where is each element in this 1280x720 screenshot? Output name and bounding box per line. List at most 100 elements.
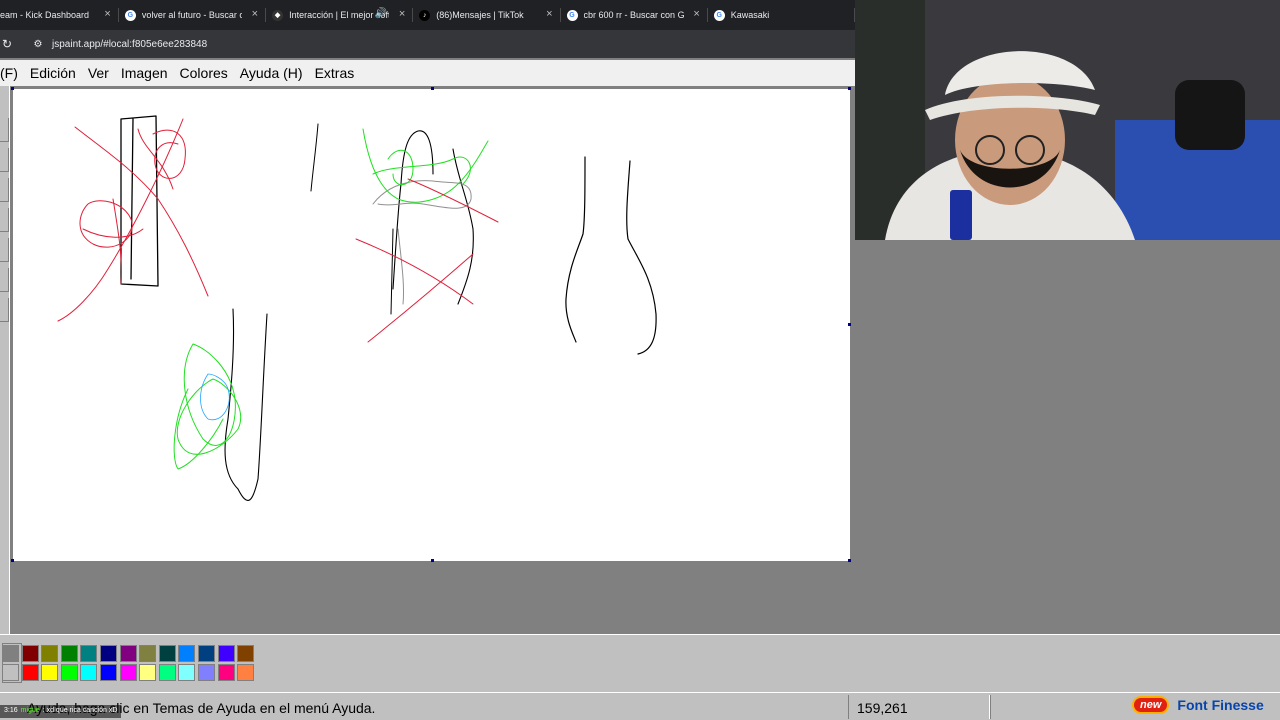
browser-tab[interactable]: eam - Kick Dashboard × [0, 0, 119, 30]
tool-button[interactable] [0, 148, 9, 172]
menu-item[interactable]: Imagen [121, 65, 168, 81]
color-swatch[interactable] [158, 664, 176, 681]
stroke [200, 373, 230, 421]
tab-title: (86)Mensajes | TikTok [436, 10, 524, 20]
browser-tab[interactable]: Gcbr 600 rr - Buscar con Google × [561, 0, 708, 30]
close-tab-icon[interactable]: × [104, 8, 110, 20]
color-swatch[interactable] [80, 645, 98, 662]
resize-handle[interactable] [431, 87, 434, 90]
speaker-icon[interactable]: 🔊 [375, 8, 387, 19]
browser-tab-strip: eam - Kick Dashboard × Gvolver al futuro -… [0, 0, 855, 30]
stroke [79, 200, 133, 248]
color-swatch[interactable] [2, 664, 19, 681]
stroke [82, 198, 144, 285]
browser-tab[interactable]: ◆ Interacción | El mejor softw 🔊 × [266, 0, 414, 30]
google-icon: G [713, 9, 725, 21]
color-swatch[interactable] [21, 645, 39, 662]
menu-item[interactable]: Edición [30, 65, 76, 81]
color-swatch[interactable] [237, 645, 255, 662]
site-info-icon[interactable]: ⚙ [30, 36, 46, 52]
color-swatch[interactable] [217, 664, 235, 681]
google-icon: G [124, 9, 136, 21]
stroke [310, 123, 319, 192]
color-swatch[interactable] [178, 664, 196, 681]
color-swatch[interactable] [2, 645, 19, 662]
drawing-canvas[interactable] [13, 89, 850, 561]
color-swatch[interactable] [198, 645, 215, 662]
color-palette [0, 634, 1280, 692]
stroke [407, 178, 499, 223]
resize-handle[interactable] [11, 559, 14, 562]
close-tab-icon[interactable]: × [546, 8, 552, 20]
color-swatch[interactable] [80, 664, 98, 681]
app-menubar: (F) Edición Ver Imagen Colores Ayuda (H) Extra… [0, 60, 855, 86]
tool-button[interactable] [0, 178, 9, 202]
color-swatch[interactable] [100, 664, 117, 681]
google-icon: G [566, 9, 578, 21]
tool-button[interactable] [0, 268, 9, 292]
stroke [152, 129, 186, 179]
tool-button[interactable] [0, 238, 9, 262]
tool-button[interactable] [0, 118, 9, 142]
address-bar: ↻ ⚙ jspaint.app/#local:f805e6ee283848 [0, 30, 855, 58]
tab-title: Kawasaki [730, 10, 770, 20]
menu-item[interactable]: Colores [180, 65, 228, 81]
chat-overlay: 3:16 migue : xd que rica canción xD [0, 705, 122, 718]
tab-title: cbr 600 rr - Buscar con Google [583, 10, 684, 20]
stroke [355, 238, 474, 343]
color-swatch[interactable] [21, 664, 39, 681]
menu-item[interactable]: Ver [88, 65, 109, 81]
brand-banner: new Font Finesse [1134, 694, 1264, 716]
color-swatch[interactable] [198, 664, 215, 681]
stroke [183, 343, 236, 446]
coordinates-panel: 159,261 [848, 695, 990, 719]
color-swatch[interactable] [139, 645, 157, 662]
chat-time: 3:16 [4, 707, 18, 714]
webcam-image [855, 0, 1280, 240]
close-tab-icon[interactable]: × [693, 8, 699, 20]
url-text[interactable]: jspaint.app/#local:f805e6ee283848 [52, 39, 207, 50]
stroke [120, 115, 159, 287]
resize-handle[interactable] [431, 559, 434, 562]
close-tab-icon[interactable]: × [399, 8, 405, 20]
color-swatch[interactable] [60, 645, 78, 662]
browser-tab[interactable]: ♪ (86)Mensajes | TikTok × [413, 0, 561, 30]
stroke [224, 308, 268, 501]
tool-button[interactable] [0, 298, 9, 322]
tab-title: eam - Kick Dashboard [0, 10, 90, 20]
stroke [390, 228, 394, 315]
menu-item[interactable]: Extras [315, 65, 355, 81]
resize-handle[interactable] [848, 323, 851, 326]
color-swatch[interactable] [139, 664, 157, 681]
browser-tab[interactable]: Gvolver al futuro - Buscar con Go × [119, 0, 267, 30]
color-swatch[interactable] [41, 664, 59, 681]
tool-box [0, 86, 10, 634]
tiktok-icon: ♪ [419, 9, 431, 21]
stroke [173, 388, 224, 470]
resize-handle[interactable] [11, 87, 14, 90]
drawing-strokes [57, 115, 657, 501]
brand-label[interactable]: Font Finesse [1177, 697, 1263, 713]
browser-tab[interactable]: G Kawasaki [708, 0, 855, 30]
color-swatch[interactable] [41, 645, 59, 662]
reload-icon[interactable]: ↻ [2, 37, 16, 51]
menu-item[interactable]: (F) [0, 65, 18, 81]
selection-size-panel [990, 695, 1130, 719]
color-swatch[interactable] [158, 645, 176, 662]
new-badge: new [1134, 698, 1168, 712]
menu-item[interactable]: Ayuda (H) [240, 65, 303, 81]
stroke [137, 128, 174, 190]
webcam-feed [855, 0, 1280, 240]
color-swatch[interactable] [178, 645, 196, 662]
resize-handle[interactable] [848, 87, 851, 90]
color-swatch[interactable] [217, 645, 235, 662]
resize-handle[interactable] [848, 559, 851, 562]
color-swatch[interactable] [60, 664, 78, 681]
color-swatch[interactable] [119, 664, 137, 681]
color-swatch[interactable] [100, 645, 117, 662]
tool-button[interactable] [0, 208, 9, 232]
tab-title: volver al futuro - Buscar con Go [141, 10, 243, 20]
color-swatch[interactable] [237, 664, 255, 681]
close-tab-icon[interactable]: × [252, 8, 258, 20]
color-swatch[interactable] [119, 645, 137, 662]
